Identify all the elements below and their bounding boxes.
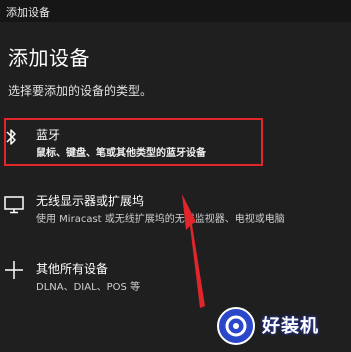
title-bar: 添加设备: [0, 0, 351, 22]
other-devices-option[interactable]: 其他所有设备 DLNA、DIAL、POS 等: [0, 256, 351, 300]
watermark: 好装机: [212, 298, 351, 352]
option-title: 无线显示器或扩展坞: [36, 194, 145, 208]
bluetooth-icon: [4, 127, 18, 151]
window-title: 添加设备: [6, 6, 50, 19]
watermark-logo-icon: [217, 307, 255, 345]
option-title: 蓝牙: [36, 128, 61, 142]
monitor-icon: [4, 196, 24, 218]
page-title: 添加设备: [8, 46, 90, 70]
option-description: 使用 Miracast 或无线扩展坞的无线监视器、电视或电脑: [36, 214, 285, 225]
plus-icon: [4, 260, 24, 284]
wireless-display-option[interactable]: 无线显示器或扩展坞 使用 Miracast 或无线扩展坞的无线监视器、电视或电脑: [0, 188, 351, 232]
option-title: 其他所有设备: [36, 262, 109, 276]
option-description: 鼠标、键盘、笔或其他类型的蓝牙设备: [36, 148, 206, 159]
page-subtitle: 选择要添加的设备的类型。: [8, 84, 153, 98]
bluetooth-option[interactable]: 蓝牙 鼠标、键盘、笔或其他类型的蓝牙设备: [0, 118, 351, 170]
option-description: DLNA、DIAL、POS 等: [36, 282, 141, 293]
watermark-text: 好装机: [262, 316, 319, 337]
